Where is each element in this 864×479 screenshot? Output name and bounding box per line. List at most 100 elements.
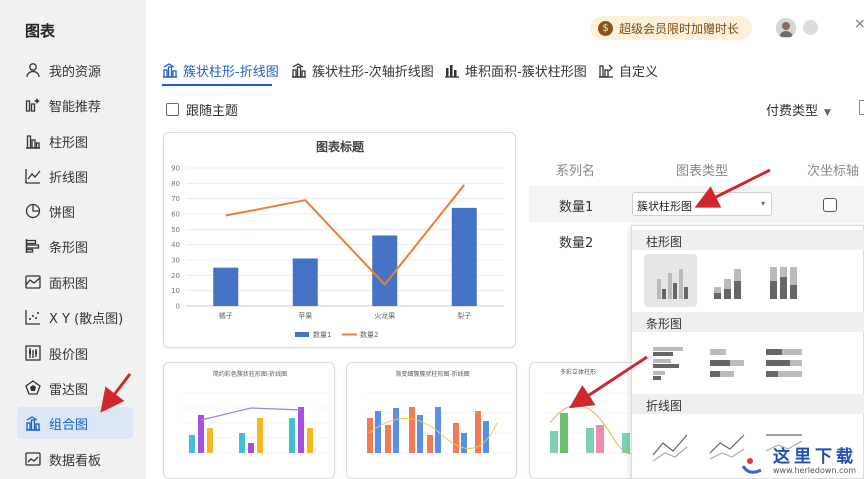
chevron-down-icon: ▼ (824, 108, 831, 118)
tab-label: 簇状柱形-次轴折线图 (312, 64, 434, 80)
combo-chart: 图表标题 0 10 20 30 40 50 60 70 80 90 橘子 苹果 火龙果 梨子数量1 数量2 (171, 139, 504, 339)
percent-stacked-column-icon (769, 266, 797, 299)
stock-chart-icon (23, 343, 43, 363)
user-badge-icon[interactable] (803, 20, 818, 35)
template-card-3[interactable]: 多彩立体柱形 (529, 362, 644, 479)
y-tick-label: 90 (171, 165, 180, 173)
sidebar-item-stock-chart[interactable]: 股价图 (17, 337, 133, 369)
series-name: 数量1 (559, 200, 594, 215)
series-row: 数量1 簇状柱形图 ▾ (529, 186, 864, 222)
sidebar: 图表 我的资源 智能推荐 柱形图 折线图 饼图 条形图 面积图 X Y (散点图… (0, 0, 146, 479)
follow-theme-checkbox[interactable]: 跟随主题 (166, 100, 238, 119)
clustered-bar-icon (652, 346, 683, 380)
bar (292, 258, 318, 306)
sidebar-item-line-chart[interactable]: 折线图 (17, 160, 133, 192)
sidebar-item-smart-recommend[interactable]: 智能推荐 (17, 89, 133, 121)
y-tick-label: 60 (171, 211, 180, 219)
sidebar-item-my-resources[interactable]: 我的资源 (17, 54, 133, 86)
y-tick-label: 50 (171, 226, 180, 234)
bar (451, 207, 477, 306)
dropdown-group-column: 柱形图 (632, 230, 864, 250)
tab-clustered-column-line[interactable]: 簇状柱形-折线图 (162, 58, 279, 82)
sidebar-item-radar-chart[interactable]: 雷达图 (17, 372, 133, 404)
line-option[interactable] (644, 418, 697, 471)
bar (213, 267, 239, 306)
dashboard-icon (23, 449, 43, 469)
radar-chart-icon (23, 378, 43, 398)
sidebar-item-dashboard[interactable]: 数据看板 (17, 443, 133, 475)
clustered-bar-option[interactable] (644, 336, 697, 389)
template-thumbnail-2 (365, 392, 512, 454)
sidebar-item-label: 面积图 (49, 276, 89, 292)
scatter-icon (23, 307, 43, 327)
tab-stacked-area-clustered-column[interactable]: 堆积面积-簇状柱形图 (444, 58, 587, 82)
percent-stacked-column-option[interactable] (757, 254, 810, 307)
sidebar-item-pie-chart[interactable]: 饼图 (17, 195, 133, 227)
checkbox-box[interactable] (166, 103, 179, 116)
horizontal-bar-icon (23, 236, 43, 256)
y-tick-label: 0 (176, 303, 180, 311)
chart-type-value: 簇状柱形图 (637, 200, 692, 213)
template-card-1[interactable]: 简约彩色簇状柱形图-折线图 (163, 362, 335, 479)
sidebar-item-combo-chart[interactable]: 组合图 (17, 407, 133, 439)
chart-type-select[interactable]: 簇状柱形图 ▾ (632, 192, 772, 216)
series-name: 数量2 (559, 236, 594, 251)
combo-chart-icon (23, 413, 43, 433)
legend-label: 数量1 (313, 330, 331, 339)
sidebar-item-horizontal-bar[interactable]: 条形图 (17, 230, 133, 262)
preview-chart-card[interactable]: 图表标题 0 10 20 30 40 50 60 70 80 90 橘子 苹果 火龙果 梨子 数量1 数量2 (163, 132, 516, 348)
pie-chart-icon (23, 201, 43, 221)
sidebar-item-label: 折线图 (49, 170, 89, 186)
active-tab-indicator (162, 84, 272, 86)
watermark-url: www.herledown.com (773, 466, 857, 475)
vip-promo-label: 超级会员限时加赠时长 (619, 21, 740, 36)
coin-icon: $ (598, 20, 613, 36)
watermark: 这里下载 www.herledown.com (735, 440, 864, 479)
stacked-column-option[interactable] (701, 254, 754, 307)
main-panel: $ 超级会员限时加赠时长 × 簇状柱形-折线图 簇状柱形-次轴折线图 堆积面积-… (146, 0, 864, 479)
template-card-2[interactable]: 渐变细簇簇状柱形图-折线图 (346, 362, 517, 479)
watermark-text: 这里下载 (773, 447, 857, 467)
x-tick-label: 火龙果 (374, 311, 395, 320)
legend-swatch-bar (295, 332, 309, 337)
sidebar-item-label: 组合图 (49, 417, 89, 433)
sidebar-item-label: 柱形图 (49, 135, 89, 151)
y-tick-label: 30 (171, 257, 180, 265)
chart-title: 图表标题 (316, 139, 365, 154)
stacked-column-icon (713, 268, 741, 299)
template-thumbnail-3 (545, 392, 643, 455)
sidebar-item-label: 条形图 (49, 240, 89, 256)
stacked-bar-option[interactable] (701, 336, 754, 389)
vip-promo-button[interactable]: $ 超级会员限时加赠时长 (590, 16, 752, 40)
x-tick-label: 梨子 (457, 311, 471, 320)
view-toggle-icon[interactable] (859, 100, 864, 115)
close-icon[interactable]: × (854, 16, 864, 32)
user-icon (23, 60, 43, 80)
y-tick-label: 70 (171, 195, 180, 203)
dropdown-group-bar: 条形图 (632, 312, 864, 332)
tab-custom[interactable]: 自定义 (598, 58, 658, 82)
percent-stacked-bar-option[interactable] (757, 336, 810, 389)
pay-type-dropdown[interactable]: 付费类型 ▼ (766, 100, 831, 119)
sidebar-item-label: 股价图 (49, 347, 89, 363)
clustered-column-option[interactable] (644, 254, 697, 307)
area-chart-icon (23, 272, 43, 292)
avatar[interactable] (776, 18, 796, 38)
dropdown-group-line: 折线图 (632, 394, 864, 414)
tab-label: 簇状柱形-折线图 (183, 64, 279, 80)
combo-chart-icon (162, 62, 178, 78)
sidebar-item-label: 数据看板 (49, 453, 102, 469)
sidebar-item-label: 智能推荐 (49, 99, 102, 115)
tab-clustered-column-secondary-line[interactable]: 簇状柱形-次轴折线图 (291, 58, 434, 82)
sidebar-item-area-chart[interactable]: 面积图 (17, 266, 133, 298)
line-icon (652, 434, 687, 461)
sidebar-item-scatter[interactable]: X Y (散点图) (17, 301, 133, 333)
secondary-axis-checkbox[interactable] (823, 198, 837, 212)
template-thumbnail-1 (182, 392, 329, 454)
pay-type-label: 付费类型 (766, 104, 819, 119)
series-name-header: 系列名 (556, 164, 596, 179)
legend-label: 数量2 (360, 330, 378, 339)
y-tick-label: 80 (171, 180, 180, 188)
x-tick-label: 橘子 (219, 311, 233, 320)
sidebar-item-bar-chart[interactable]: 柱形图 (17, 125, 133, 157)
